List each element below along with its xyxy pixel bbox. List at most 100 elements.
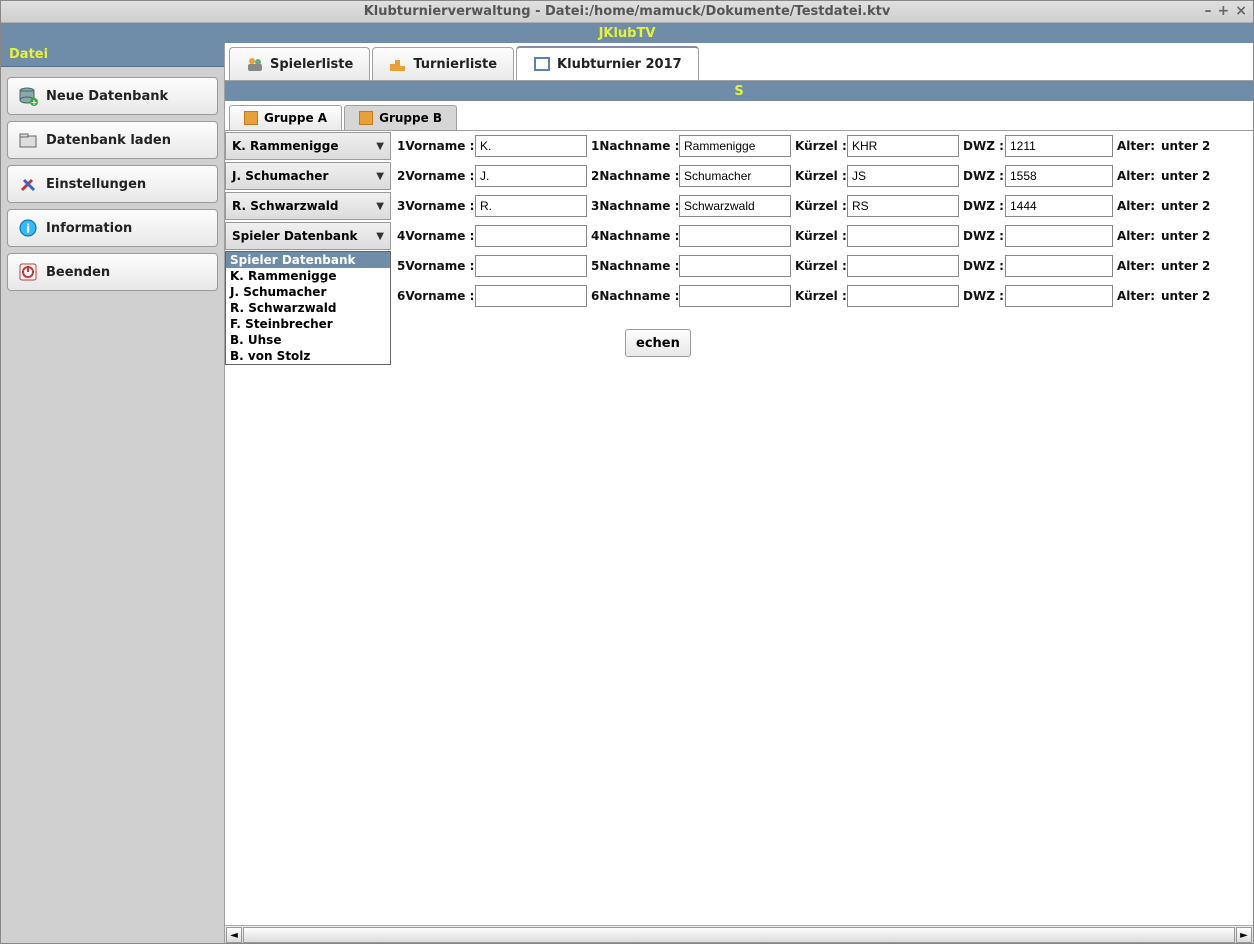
vorname-input[interactable]: [475, 165, 587, 187]
vorname-label: 6Vorname :: [393, 289, 475, 303]
kuerzel-input[interactable]: [847, 225, 959, 247]
tools-icon: [18, 174, 38, 194]
tab-turnierliste[interactable]: Turnierliste: [372, 47, 514, 80]
dwz-input[interactable]: [1005, 225, 1113, 247]
chevron-down-icon: ▼: [376, 231, 384, 242]
chevron-down-icon: ▼: [376, 141, 384, 152]
kuerzel-input[interactable]: [847, 195, 959, 217]
scroll-right-icon[interactable]: ►: [1236, 927, 1252, 943]
tab-label: Klubturnier 2017: [557, 57, 682, 72]
kuerzel-input[interactable]: [847, 135, 959, 157]
subtab-gruppe-b[interactable]: Gruppe B: [344, 105, 457, 130]
tab-klubturnier-2017[interactable]: Klubturnier 2017: [516, 46, 699, 80]
vorname-input[interactable]: [475, 255, 587, 277]
sidebar-item-label: Neue Datenbank: [46, 89, 168, 104]
scroll-left-icon[interactable]: ◄: [226, 927, 242, 943]
kuerzel-label: Kürzel :: [791, 229, 847, 243]
dropdown-option[interactable]: K. Rammenigge: [226, 268, 390, 284]
player-select-combo[interactable]: J. Schumacher▼: [225, 162, 391, 190]
nachname-label: 1Nachname :: [587, 139, 679, 153]
vorname-input[interactable]: [475, 225, 587, 247]
folder-open-icon: [18, 130, 38, 150]
sidebar-item-information[interactable]: i Information: [7, 209, 218, 247]
chevron-down-icon: ▼: [376, 171, 384, 182]
horizontal-scrollbar[interactable]: ◄ ►: [225, 925, 1253, 943]
dwz-input[interactable]: [1005, 195, 1113, 217]
tab-spielerliste[interactable]: Spielerliste: [229, 47, 370, 80]
dwz-label: DWZ :: [959, 289, 1005, 303]
database-new-icon: +: [18, 86, 38, 106]
dropdown-option[interactable]: F. Steinbrecher: [226, 316, 390, 332]
sidebar-item-neue-datenbank[interactable]: + Neue Datenbank: [7, 77, 218, 115]
app-header-label: JKlubTV: [599, 26, 656, 41]
window-minimize-icon[interactable]: –: [1205, 3, 1212, 19]
vorname-label: 4Vorname :: [393, 229, 475, 243]
alter-label: Alter:: [1113, 229, 1157, 243]
nachname-input[interactable]: [679, 225, 791, 247]
kuerzel-input[interactable]: [847, 255, 959, 277]
sidebar-item-beenden[interactable]: Beenden: [7, 253, 218, 291]
kuerzel-input[interactable]: [847, 165, 959, 187]
grid-icon: [359, 111, 373, 125]
player-select-combo[interactable]: R. Schwarzwald▼: [225, 192, 391, 220]
alter-label: Alter:: [1113, 199, 1157, 213]
dropdown-option[interactable]: B. von Stolz: [226, 348, 390, 364]
dwz-input[interactable]: [1005, 165, 1113, 187]
nachname-input[interactable]: [679, 135, 791, 157]
alter-value: unter 2: [1157, 229, 1207, 243]
primary-tabs: SpielerlisteTurnierliste Klubturnier 2017: [225, 43, 1253, 81]
podium-icon: [389, 56, 407, 72]
nachname-input[interactable]: [679, 255, 791, 277]
vorname-input[interactable]: [475, 285, 587, 307]
window-maximize-icon[interactable]: +: [1218, 3, 1230, 19]
alter-value: unter 2: [1157, 169, 1207, 183]
alter-value: unter 2: [1157, 259, 1207, 273]
player-row: Spieler Datenbank▼4Vorname : 4Nachname : K…: [225, 221, 1253, 251]
dwz-input[interactable]: [1005, 285, 1113, 307]
alter-label: Alter:: [1113, 289, 1157, 303]
sidebar-title: Datei: [1, 43, 224, 67]
dwz-input[interactable]: [1005, 255, 1113, 277]
window-close-icon[interactable]: ×: [1235, 3, 1247, 19]
vorname-input[interactable]: [475, 135, 587, 157]
dwz-label: DWZ :: [959, 259, 1005, 273]
square-icon: [533, 56, 551, 72]
players-icon: [246, 56, 264, 72]
dropdown-option[interactable]: R. Schwarzwald: [226, 300, 390, 316]
dropdown-option[interactable]: J. Schumacher: [226, 284, 390, 300]
alter-label: Alter:: [1113, 139, 1157, 153]
subtab-gruppe-a[interactable]: Gruppe A: [229, 105, 342, 130]
window-titlebar: Klubturnierverwaltung - Datei:/home/mamu…: [1, 1, 1253, 23]
player-dropdown-list[interactable]: Spieler DatenbankK. RammeniggeJ. Schumac…: [225, 251, 391, 365]
kuerzel-label: Kürzel :: [791, 289, 847, 303]
window-title: Klubturnierverwaltung - Datei:/home/mamu…: [364, 4, 891, 19]
grid-icon: [244, 111, 258, 125]
svg-text:i: i: [26, 222, 30, 236]
kuerzel-input[interactable]: [847, 285, 959, 307]
sidebar-item-label: Information: [46, 221, 132, 236]
dropdown-option[interactable]: B. Uhse: [226, 332, 390, 348]
nachname-input[interactable]: [679, 165, 791, 187]
nachname-label: 4Nachname :: [587, 229, 679, 243]
secondary-tabs: Gruppe AGruppe B: [225, 101, 1253, 131]
sidebar-item-einstellungen[interactable]: Einstellungen: [7, 165, 218, 203]
dropdown-option[interactable]: Spieler Datenbank: [226, 252, 390, 268]
kuerzel-label: Kürzel :: [791, 169, 847, 183]
scroll-thumb[interactable]: [243, 927, 1235, 943]
nachname-input[interactable]: [679, 195, 791, 217]
dwz-input[interactable]: [1005, 135, 1113, 157]
nachname-label: 6Nachname :: [587, 289, 679, 303]
cancel-button-partial[interactable]: echen: [625, 329, 691, 357]
vorname-label: 3Vorname :: [393, 199, 475, 213]
sidebar-item-datenbank-laden[interactable]: Datenbank laden: [7, 121, 218, 159]
vorname-label: 1Vorname :: [393, 139, 475, 153]
player-select-combo[interactable]: K. Rammenigge▼: [225, 132, 391, 160]
chevron-down-icon: ▼: [376, 201, 384, 212]
dwz-label: DWZ :: [959, 139, 1005, 153]
player-select-combo[interactable]: Spieler Datenbank▼: [225, 222, 391, 250]
nachname-label: 3Nachname :: [587, 199, 679, 213]
vorname-input[interactable]: [475, 195, 587, 217]
nachname-input[interactable]: [679, 285, 791, 307]
dwz-label: DWZ :: [959, 169, 1005, 183]
alter-value: unter 2: [1157, 199, 1207, 213]
